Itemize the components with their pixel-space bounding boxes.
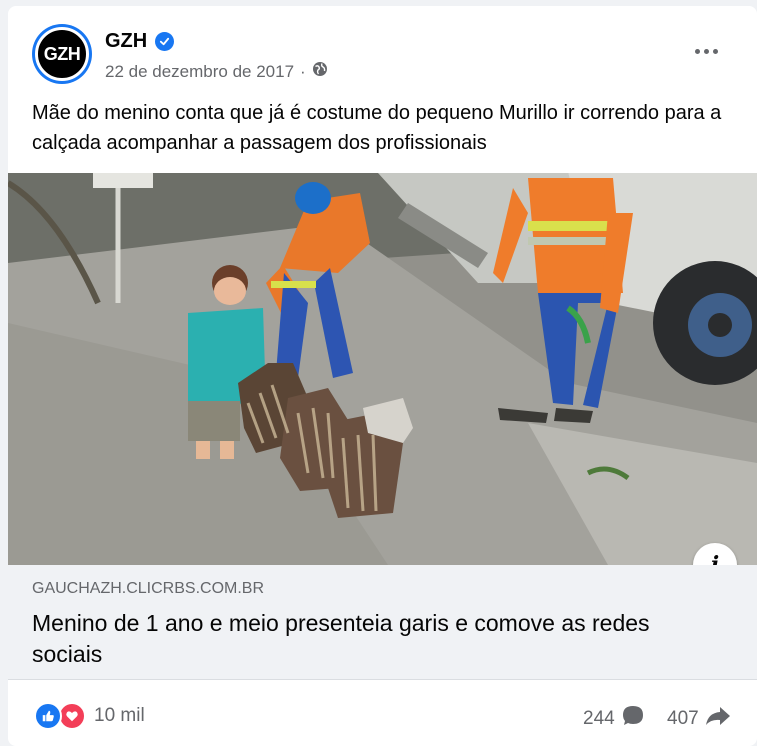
comment-icon [621, 704, 645, 734]
comments-count: 244 [583, 708, 615, 729]
reactions-count: 10 mil [94, 705, 145, 726]
more-horizontal-icon[interactable] [686, 36, 726, 66]
comments-stat[interactable]: 244 [583, 704, 645, 734]
page-name-link[interactable]: GZH [105, 30, 175, 53]
link-domain: GAUCHAZH.CLICRBS.COM.BR [32, 580, 265, 597]
shares-count: 407 [667, 708, 699, 729]
post-footer: 10 mil 244 407 [8, 682, 757, 746]
share-icon [705, 704, 731, 734]
shares-stat[interactable]: 407 [667, 704, 731, 734]
like-icon [34, 702, 62, 730]
post-message: Mãe do menino conta que já é costume do … [32, 102, 722, 154]
post-meta: 22 de dezembro de 2017 · [105, 61, 328, 82]
verified-badge-icon [155, 32, 175, 51]
link-title: Menino de 1 ano e meio presenteia garis … [32, 610, 650, 667]
post-header: GZH GZH 22 de dezembro de 2017 · [8, 6, 757, 96]
love-icon [58, 702, 86, 730]
link-preview[interactable]: GAUCHAZH.CLICRBS.COM.BR Menino de 1 ano … [8, 565, 757, 680]
globe-icon[interactable] [312, 61, 328, 82]
post-date[interactable]: 22 de dezembro de 2017 [105, 62, 294, 82]
page-name: GZH [105, 30, 148, 52]
post-card: GZH GZH 22 de dezembro de 2017 · Mãe do [8, 6, 757, 746]
post-photo[interactable] [8, 173, 757, 565]
avatar-logo-text: GZH [43, 43, 81, 64]
page-avatar[interactable]: GZH [32, 24, 92, 84]
reactions-summary[interactable]: 10 mil [34, 702, 145, 730]
meta-separator: · [300, 61, 306, 81]
photo-illustration [8, 173, 757, 565]
